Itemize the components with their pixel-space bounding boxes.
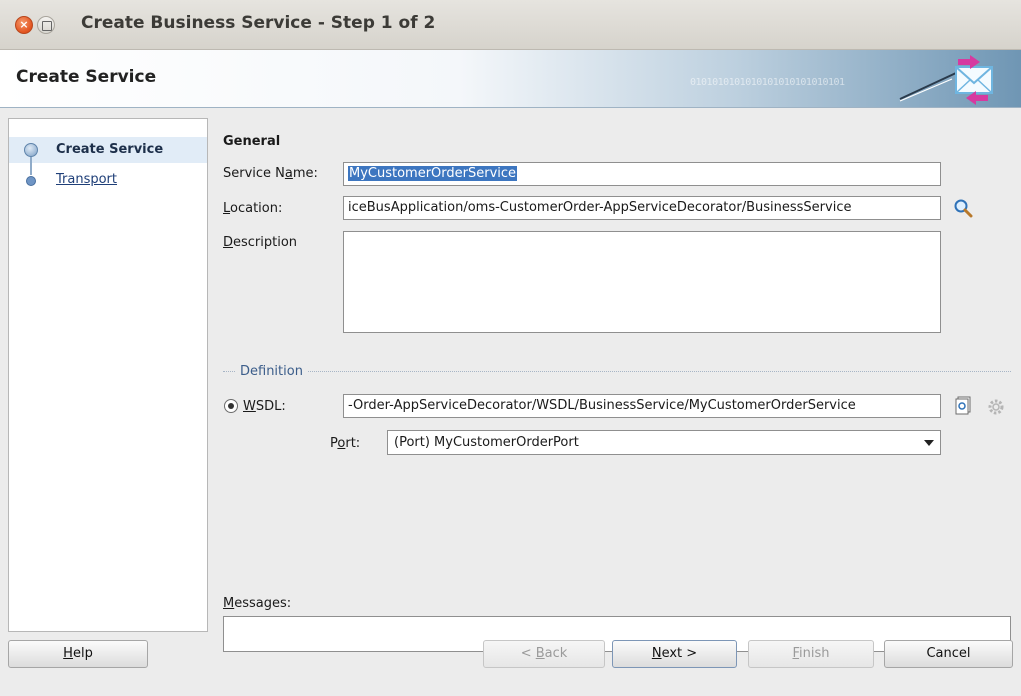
nav-step-transport[interactable]: Transport [9,167,207,193]
wsdl-input[interactable]: -Order-AppServiceDecorator/WSDL/Business… [343,394,941,418]
browse-wsdl-icon[interactable] [954,395,974,415]
nav-step-create-service[interactable]: Create Service [9,137,207,163]
help-button[interactable]: Help [8,640,148,668]
browse-location-search-icon[interactable] [953,198,973,218]
service-name-label: Service Name: [223,166,318,181]
location-label: Location: [223,201,283,216]
definition-group-legend: Definition [236,364,307,379]
finish-button[interactable]: Finish [748,640,874,668]
window-maximize-button[interactable] [37,16,55,34]
nav-step-label: Transport [56,172,118,187]
current-step-icon [24,143,38,157]
description-textarea[interactable] [343,231,941,333]
window-close-button[interactable]: × [15,16,33,34]
wsdl-radio-button[interactable] [224,399,238,413]
wizard-header-banner: Create Service 0101010101010101010101010… [0,50,1021,108]
chevron-down-icon [924,440,934,446]
port-selected-value: (Port) MyCustomerOrderPort [394,435,579,450]
messages-label: Messages: [223,596,292,611]
wizard-page-title: Create Service [16,67,157,87]
definition-group-border [223,371,1011,372]
wizard-step-navigator: Create Service Transport [8,118,208,632]
back-button[interactable]: < Back [483,640,605,668]
nav-step-label: Create Service [56,142,164,157]
cancel-button[interactable]: Cancel [884,640,1013,668]
window-title-bar: × Create Business Service - Step 1 of 2 [0,0,1021,50]
window-title: Create Business Service - Step 1 of 2 [81,13,436,33]
gear-icon[interactable] [986,397,1006,417]
next-button[interactable]: Next > [612,640,737,668]
section-title-general: General [223,134,281,149]
location-input[interactable]: iceBusApplication/oms-CustomerOrder-AppS… [343,196,941,220]
wizard-form: General Service Name: MyCustomerOrderSer… [209,118,1021,652]
service-name-input[interactable]: MyCustomerOrderService [343,162,941,186]
service-name-value: MyCustomerOrderService [348,166,518,181]
close-icon: × [19,18,29,31]
step-icon [26,176,36,186]
description-label: Description [223,235,298,250]
port-select[interactable]: (Port) MyCustomerOrderPort [387,430,941,455]
wsdl-label: WSDL: [243,399,286,414]
send-message-icon [899,55,993,105]
port-label: Port: [330,436,361,451]
banner-binary-decoration: 0101010101010101010101010101 [690,77,845,88]
